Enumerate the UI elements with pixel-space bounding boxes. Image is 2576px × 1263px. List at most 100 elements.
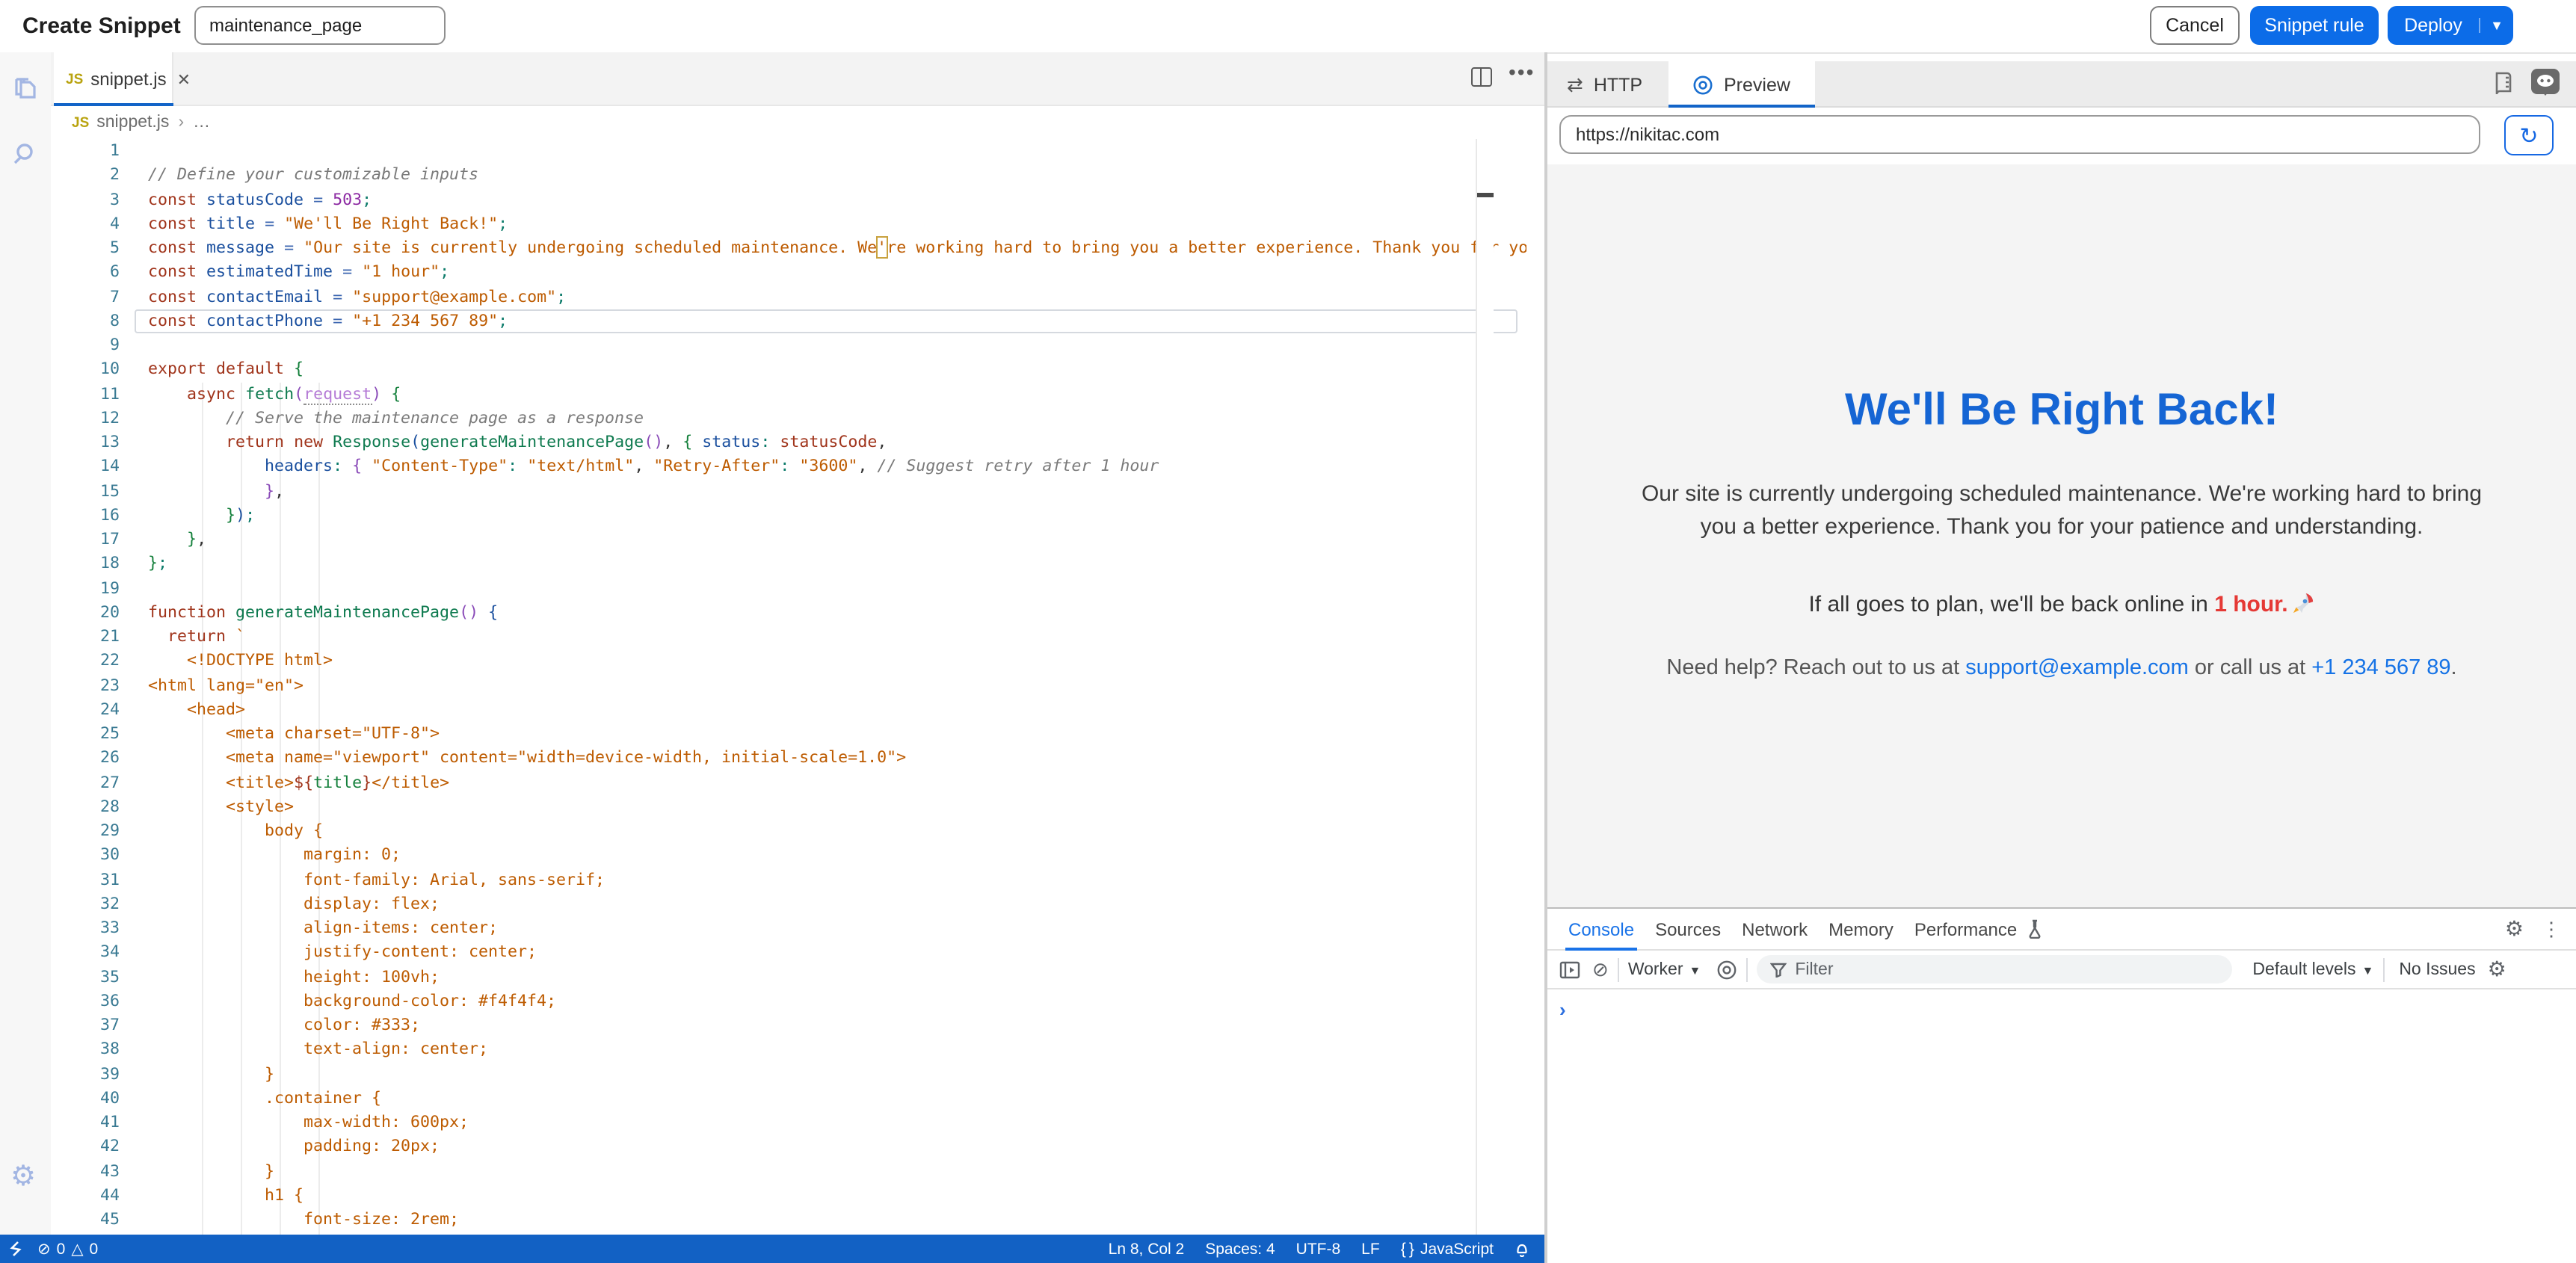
console-sidebar-toggle-icon[interactable] (1559, 960, 1580, 978)
line-number: 12 (51, 407, 120, 431)
editor-more-actions-icon[interactable]: ••• (1509, 60, 1535, 84)
code-text (120, 576, 148, 601)
deploy-dropdown-caret[interactable]: ▼ (2479, 18, 2513, 33)
console-context-select[interactable]: Worker▼ (1628, 960, 1701, 978)
devtools-tab-performance[interactable]: Performance (1914, 908, 2017, 950)
devtools-tab-console[interactable]: Console (1568, 908, 1634, 950)
code-line[interactable]: 23<html lang="en"> (51, 673, 1526, 698)
devtools-tab-network[interactable]: Network (1742, 908, 1808, 950)
code-line[interactable]: 44 h1 { (51, 1184, 1526, 1208)
code-line[interactable]: 22 <!DOCTYPE html> (51, 649, 1526, 674)
code-line[interactable]: 18}; (51, 552, 1526, 577)
discord-icon[interactable] (2531, 69, 2560, 97)
devtools-kebab-icon[interactable]: ⋮ (2542, 917, 2561, 941)
deploy-split-button[interactable]: Deploy ▼ (2388, 6, 2513, 45)
breadcrumb-file[interactable]: snippet.js (96, 114, 169, 132)
code-line[interactable]: 37 color: #333; (51, 1013, 1526, 1038)
encoding[interactable]: UTF-8 (1296, 1240, 1341, 1258)
problems-indicator[interactable]: ⊘0 △0 (37, 1240, 98, 1258)
code-line[interactable]: 29 body { (51, 819, 1526, 844)
console-filter-input[interactable]: Filter (1756, 955, 2231, 983)
code-line[interactable]: 43 } (51, 1159, 1526, 1184)
remote-icon[interactable] (9, 1241, 22, 1257)
code-line[interactable]: 7const contactEmail = "support@example.c… (51, 285, 1526, 309)
indentation[interactable]: Spaces: 4 (1205, 1240, 1275, 1258)
code-line[interactable]: 39 } (51, 1062, 1526, 1087)
snippet-rule-button[interactable]: Snippet rule (2250, 6, 2379, 45)
code-line[interactable]: 19 (51, 576, 1526, 601)
code-line[interactable]: 13 return new Response(generateMaintenan… (51, 430, 1526, 455)
issues-counter[interactable]: No Issues (2399, 960, 2475, 978)
code-line[interactable]: 25 <meta charset="UTF-8"> (51, 722, 1526, 747)
code-line[interactable]: 12 // Serve the maintenance page as a re… (51, 407, 1526, 431)
code-line[interactable]: 15 }, (51, 479, 1526, 504)
refresh-button[interactable]: ↻ (2504, 115, 2554, 155)
log-levels-select[interactable]: Default levels▼ (2252, 960, 2373, 978)
code-line[interactable]: 31 font-family: Arial, sans-serif; (51, 868, 1526, 892)
code-line[interactable]: 45 font-size: 2rem; (51, 1208, 1526, 1232)
code-line[interactable]: 11 async fetch(request) { (51, 382, 1526, 407)
close-tab-icon[interactable]: ✕ (177, 70, 191, 89)
code-line[interactable]: 4const title = "We'll Be Right Back!"; (51, 212, 1526, 237)
console-settings-gear-icon[interactable]: ⚙ (2488, 957, 2506, 982)
cursor-position[interactable]: Ln 8, Col 2 (1109, 1240, 1185, 1258)
code-line[interactable]: 30 margin: 0; (51, 844, 1526, 868)
code-line[interactable]: 32 display: flex; (51, 892, 1526, 917)
snippet-name-input[interactable] (194, 6, 446, 45)
tab-http[interactable]: ⇄ HTTP (1567, 61, 1642, 108)
code-line[interactable]: 3const statusCode = 503; (51, 188, 1526, 212)
code-line[interactable]: 2// Define your customizable inputs (51, 164, 1526, 188)
code-line[interactable]: 24 <head> (51, 698, 1526, 723)
notifications-bell-icon[interactable] (1515, 1241, 1529, 1257)
code-line[interactable]: 21 return ` (51, 625, 1526, 649)
code-line[interactable]: 34 justify-content: center; (51, 941, 1526, 966)
deploy-button[interactable]: Deploy (2388, 15, 2479, 36)
devtools-tab-memory[interactable]: Memory (1828, 908, 1894, 950)
code-line[interactable]: 27 <title>${title}</title> (51, 771, 1526, 795)
code-line[interactable]: 40 .container { (51, 1087, 1526, 1111)
files-icon[interactable] (10, 73, 40, 103)
code-line[interactable]: 16 }); (51, 504, 1526, 528)
code-line[interactable]: 28 <style> (51, 795, 1526, 820)
code-line[interactable]: 35 height: 100vh; (51, 965, 1526, 989)
language-mode[interactable]: { }JavaScript (1401, 1240, 1494, 1258)
code-line[interactable]: 5const message = "Our site is currently … (51, 236, 1526, 261)
code-line[interactable]: 14 headers: { "Content-Type": "text/html… (51, 455, 1526, 480)
code-line[interactable]: 26 <meta name="viewport" content="width=… (51, 747, 1526, 771)
split-editor-icon[interactable] (1471, 67, 1492, 87)
code-line[interactable]: 10export default { (51, 358, 1526, 383)
docs-book-icon[interactable] (2492, 69, 2519, 96)
devtools-tab-sources[interactable]: Sources (1655, 908, 1721, 950)
code-line[interactable]: 8const contactPhone = "+1 234 567 89"; (51, 309, 1526, 334)
support-email-link[interactable]: support@example.com (1965, 656, 2189, 680)
code-editor[interactable]: 12// Define your customizable inputs3con… (51, 139, 1526, 1235)
editor-scrollbar[interactable] (1476, 139, 1494, 1235)
console-prompt-chevron[interactable]: › (1559, 998, 1566, 1021)
experiments-flask-icon[interactable] (2026, 919, 2044, 939)
line-number: 9 (51, 333, 120, 358)
code-line[interactable]: 6const estimatedTime = "1 hour"; (51, 261, 1526, 285)
code-line[interactable]: 17 }, (51, 528, 1526, 552)
code-line[interactable]: 38 text-align: center; (51, 1038, 1526, 1063)
clear-console-icon[interactable]: ⊘ (1592, 957, 1609, 981)
code-line[interactable]: 1 (51, 139, 1526, 164)
tab-preview[interactable]: Preview (1692, 61, 1790, 108)
search-icon[interactable] (10, 139, 40, 169)
divider (2382, 957, 2384, 981)
breadcrumb-more[interactable]: … (193, 114, 210, 132)
eol[interactable]: LF (1361, 1240, 1380, 1258)
code-line[interactable]: 42 padding: 20px; (51, 1135, 1526, 1160)
cancel-button[interactable]: Cancel (2150, 6, 2240, 45)
tab-snippet-js[interactable]: JS snippet.js ✕ (54, 52, 173, 106)
code-line[interactable]: 9 (51, 333, 1526, 358)
settings-gear-icon[interactable]: ⚙ (10, 1163, 36, 1191)
breadcrumb[interactable]: JS snippet.js › … (51, 106, 1526, 139)
devtools-settings-gear-icon[interactable]: ⚙ (2505, 916, 2524, 942)
code-line[interactable]: 20function generateMaintenancePage() { (51, 601, 1526, 626)
code-line[interactable]: 33 align-items: center; (51, 916, 1526, 941)
console-eye-icon[interactable] (1716, 959, 1737, 980)
code-line[interactable]: 41 max-width: 600px; (51, 1111, 1526, 1135)
code-line[interactable]: 36 background-color: #f4f4f4; (51, 989, 1526, 1014)
preview-url-input[interactable] (1559, 115, 2480, 154)
phone-link[interactable]: +1 234 567 89 (2311, 656, 2450, 680)
